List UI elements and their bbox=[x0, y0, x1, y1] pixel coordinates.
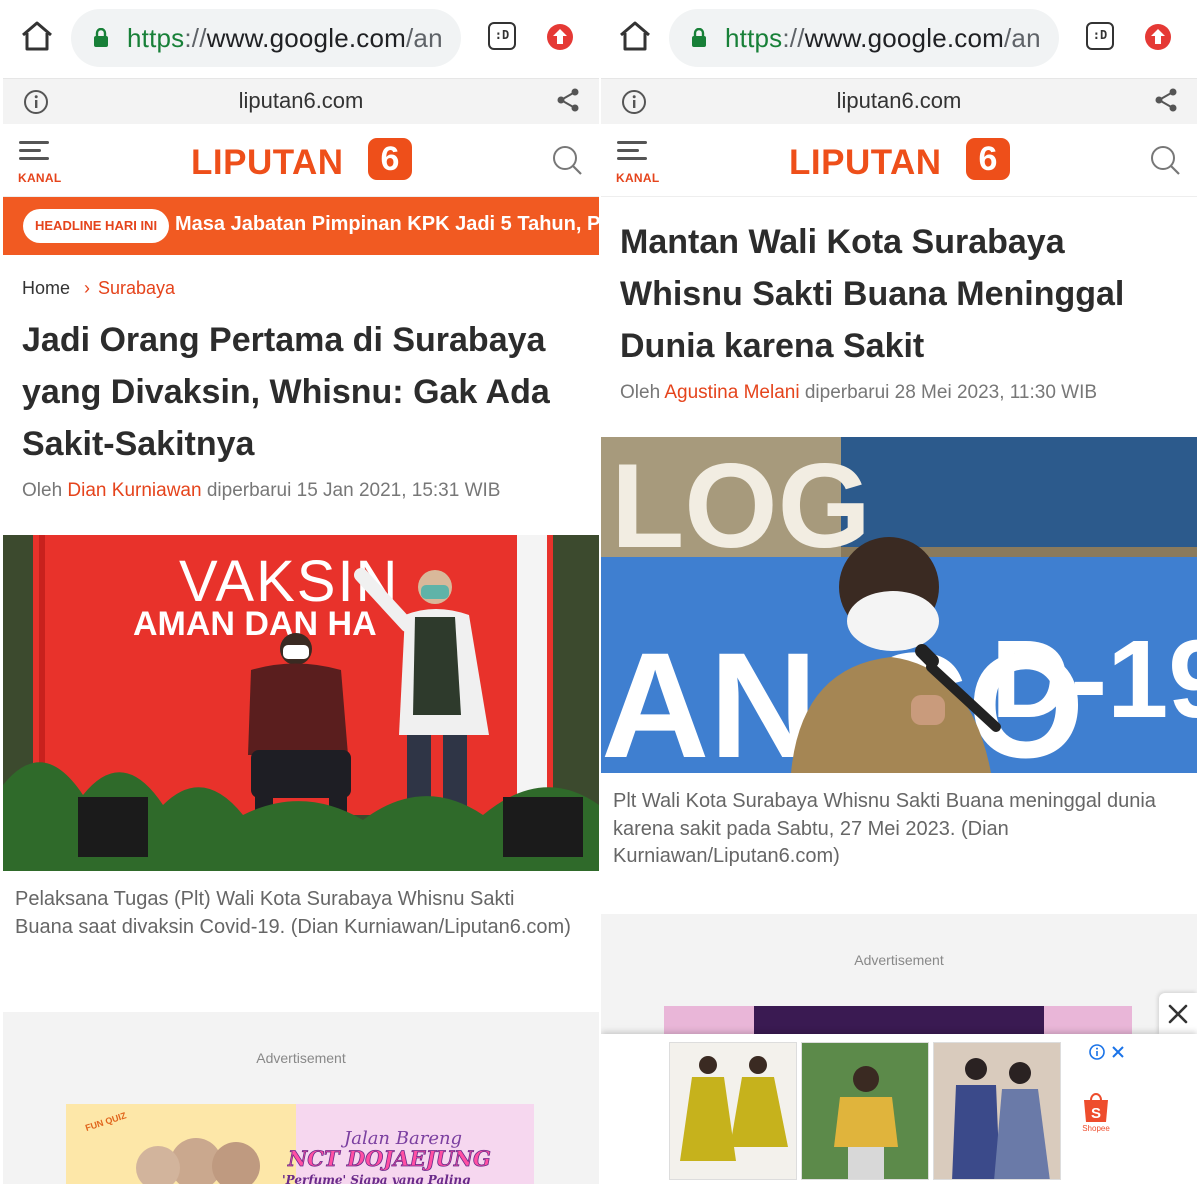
tab-switcher-button[interactable]: :D bbox=[1086, 22, 1114, 50]
headline-badge: HEADLINE HARI INI bbox=[23, 209, 170, 243]
share-icon[interactable] bbox=[1153, 87, 1179, 113]
breadcrumb: Home › Surabaya bbox=[22, 278, 175, 299]
article-byline: Oleh Dian Kurniawan diperbarui 15 Jan 20… bbox=[22, 480, 501, 501]
article-photo[interactable]: VAKSIN AMAN DAN HA bbox=[3, 535, 599, 871]
adchoices-icon[interactable] bbox=[1089, 1044, 1129, 1060]
url-text: https://www.google.com/an bbox=[127, 23, 443, 53]
site-header: KANAL LIPUTAN 6 bbox=[3, 124, 599, 197]
search-icon[interactable] bbox=[551, 144, 583, 176]
menu-label: KANAL bbox=[18, 171, 62, 185]
right-screenshot: https://www.google.com/an :D liputan6.co… bbox=[601, 0, 1197, 1184]
browser-toolbar: https://www.google.com/an :D bbox=[601, 0, 1197, 78]
photo-caption: Pelaksana Tugas (Plt) Wali Kota Surabaya… bbox=[15, 888, 571, 938]
address-bar[interactable]: https://www.google.com/an bbox=[669, 9, 1059, 67]
hamburger-icon bbox=[19, 141, 49, 165]
svg-text:S: S bbox=[1091, 1105, 1101, 1122]
product-image-knit-top bbox=[802, 1043, 928, 1179]
site-domain: liputan6.com bbox=[836, 88, 962, 113]
photo-text-right: D-19 bbox=[991, 618, 1197, 741]
tab-switcher-button[interactable]: :D bbox=[488, 22, 516, 50]
headline-text[interactable]: Masa Jabatan Pimpinan KPK Jadi 5 Tahun, … bbox=[175, 213, 599, 236]
photo-caption: Plt Wali Kota Surabaya Whisnu Sakti Buan… bbox=[613, 790, 1156, 867]
floating-shopping-ad[interactable]: S Shopee bbox=[601, 1034, 1197, 1184]
advertisement-block: Advertisement bbox=[601, 914, 1197, 1034]
article-title: Mantan Wali Kota Surabaya Whisnu Sakti B… bbox=[620, 223, 1125, 365]
close-ad-button[interactable] bbox=[1159, 993, 1197, 1035]
breadcrumb-category[interactable]: Surabaya bbox=[98, 278, 175, 298]
article-photo[interactable]: LOG AN CO D-19 bbox=[601, 437, 1197, 773]
speaker-photo: LOG AN CO D-19 bbox=[601, 437, 1197, 773]
menu-label: KANAL bbox=[616, 171, 660, 185]
vaccination-photo: VAKSIN AMAN DAN HA bbox=[3, 535, 599, 871]
product-card[interactable] bbox=[933, 1042, 1061, 1180]
article-title: Jadi Orang Pertama di Surabaya yang Diva… bbox=[22, 321, 550, 463]
photo-banner-subtext: AMAN DAN HA bbox=[133, 605, 377, 643]
shopee-label: Shopee bbox=[1082, 1124, 1110, 1133]
home-icon[interactable] bbox=[19, 18, 55, 54]
breadcrumb-home[interactable]: Home bbox=[22, 278, 70, 298]
author-link[interactable]: Dian Kurniawan bbox=[67, 480, 201, 501]
share-icon[interactable] bbox=[555, 87, 581, 113]
breadcrumb-separator: › bbox=[84, 278, 91, 298]
photo-text-top: LOG bbox=[611, 439, 871, 573]
browser-toolbar: https://www.google.com/an :D bbox=[3, 0, 599, 78]
left-screenshot: https://www.google.com/an :D liputan6.co… bbox=[3, 0, 599, 1184]
product-card[interactable] bbox=[669, 1042, 797, 1180]
home-icon[interactable] bbox=[617, 18, 653, 54]
product-card[interactable] bbox=[801, 1042, 929, 1180]
shopee-icon[interactable]: S bbox=[1081, 1090, 1111, 1124]
address-bar[interactable]: https://www.google.com/an bbox=[71, 9, 461, 67]
hamburger-icon bbox=[617, 141, 647, 165]
advertisement-label: Advertisement bbox=[854, 952, 944, 968]
close-icon bbox=[1168, 1004, 1188, 1024]
advertisement-label: Advertisement bbox=[256, 1050, 346, 1066]
ad-banner[interactable]: FUN QUIZ Jalan Bareng NCT DOJAEJUNG 'Per… bbox=[66, 1104, 534, 1184]
product-image-batik-couple bbox=[934, 1043, 1060, 1179]
author-link[interactable]: Agustina Melani bbox=[664, 382, 799, 403]
search-icon[interactable] bbox=[1149, 144, 1181, 176]
article-byline: Oleh Agustina Melani diperbarui 28 Mei 2… bbox=[620, 382, 1098, 403]
ad-banner-line2: NCT DOJAEJUNG bbox=[287, 1146, 491, 1171]
site-info-bar: liputan6.com bbox=[601, 78, 1197, 124]
site-info-bar: liputan6.com bbox=[3, 78, 599, 124]
product-image-dress-yellow bbox=[670, 1043, 796, 1179]
site-domain: liputan6.com bbox=[238, 88, 364, 113]
update-arrow-icon[interactable] bbox=[1144, 23, 1172, 51]
lock-icon bbox=[94, 28, 108, 47]
lock-icon bbox=[692, 28, 706, 47]
update-arrow-icon[interactable] bbox=[546, 23, 574, 51]
url-text: https://www.google.com/an bbox=[725, 23, 1041, 53]
site-header: KANAL LIPUTAN 6 bbox=[601, 124, 1197, 197]
kanal-menu-button[interactable]: KANAL bbox=[17, 141, 67, 185]
ad-banner-strip[interactable] bbox=[664, 1006, 1132, 1034]
headline-ticker[interactable]: HEADLINE HARI INI Masa Jabatan Pimpinan … bbox=[3, 197, 599, 255]
advertisement-block: Advertisement FUN QUIZ Jalan Bareng NCT … bbox=[3, 1012, 599, 1184]
kanal-menu-button[interactable]: KANAL bbox=[615, 141, 665, 185]
ad-banner-line3: 'Perfume' Siapa yang Paling bbox=[282, 1173, 471, 1184]
